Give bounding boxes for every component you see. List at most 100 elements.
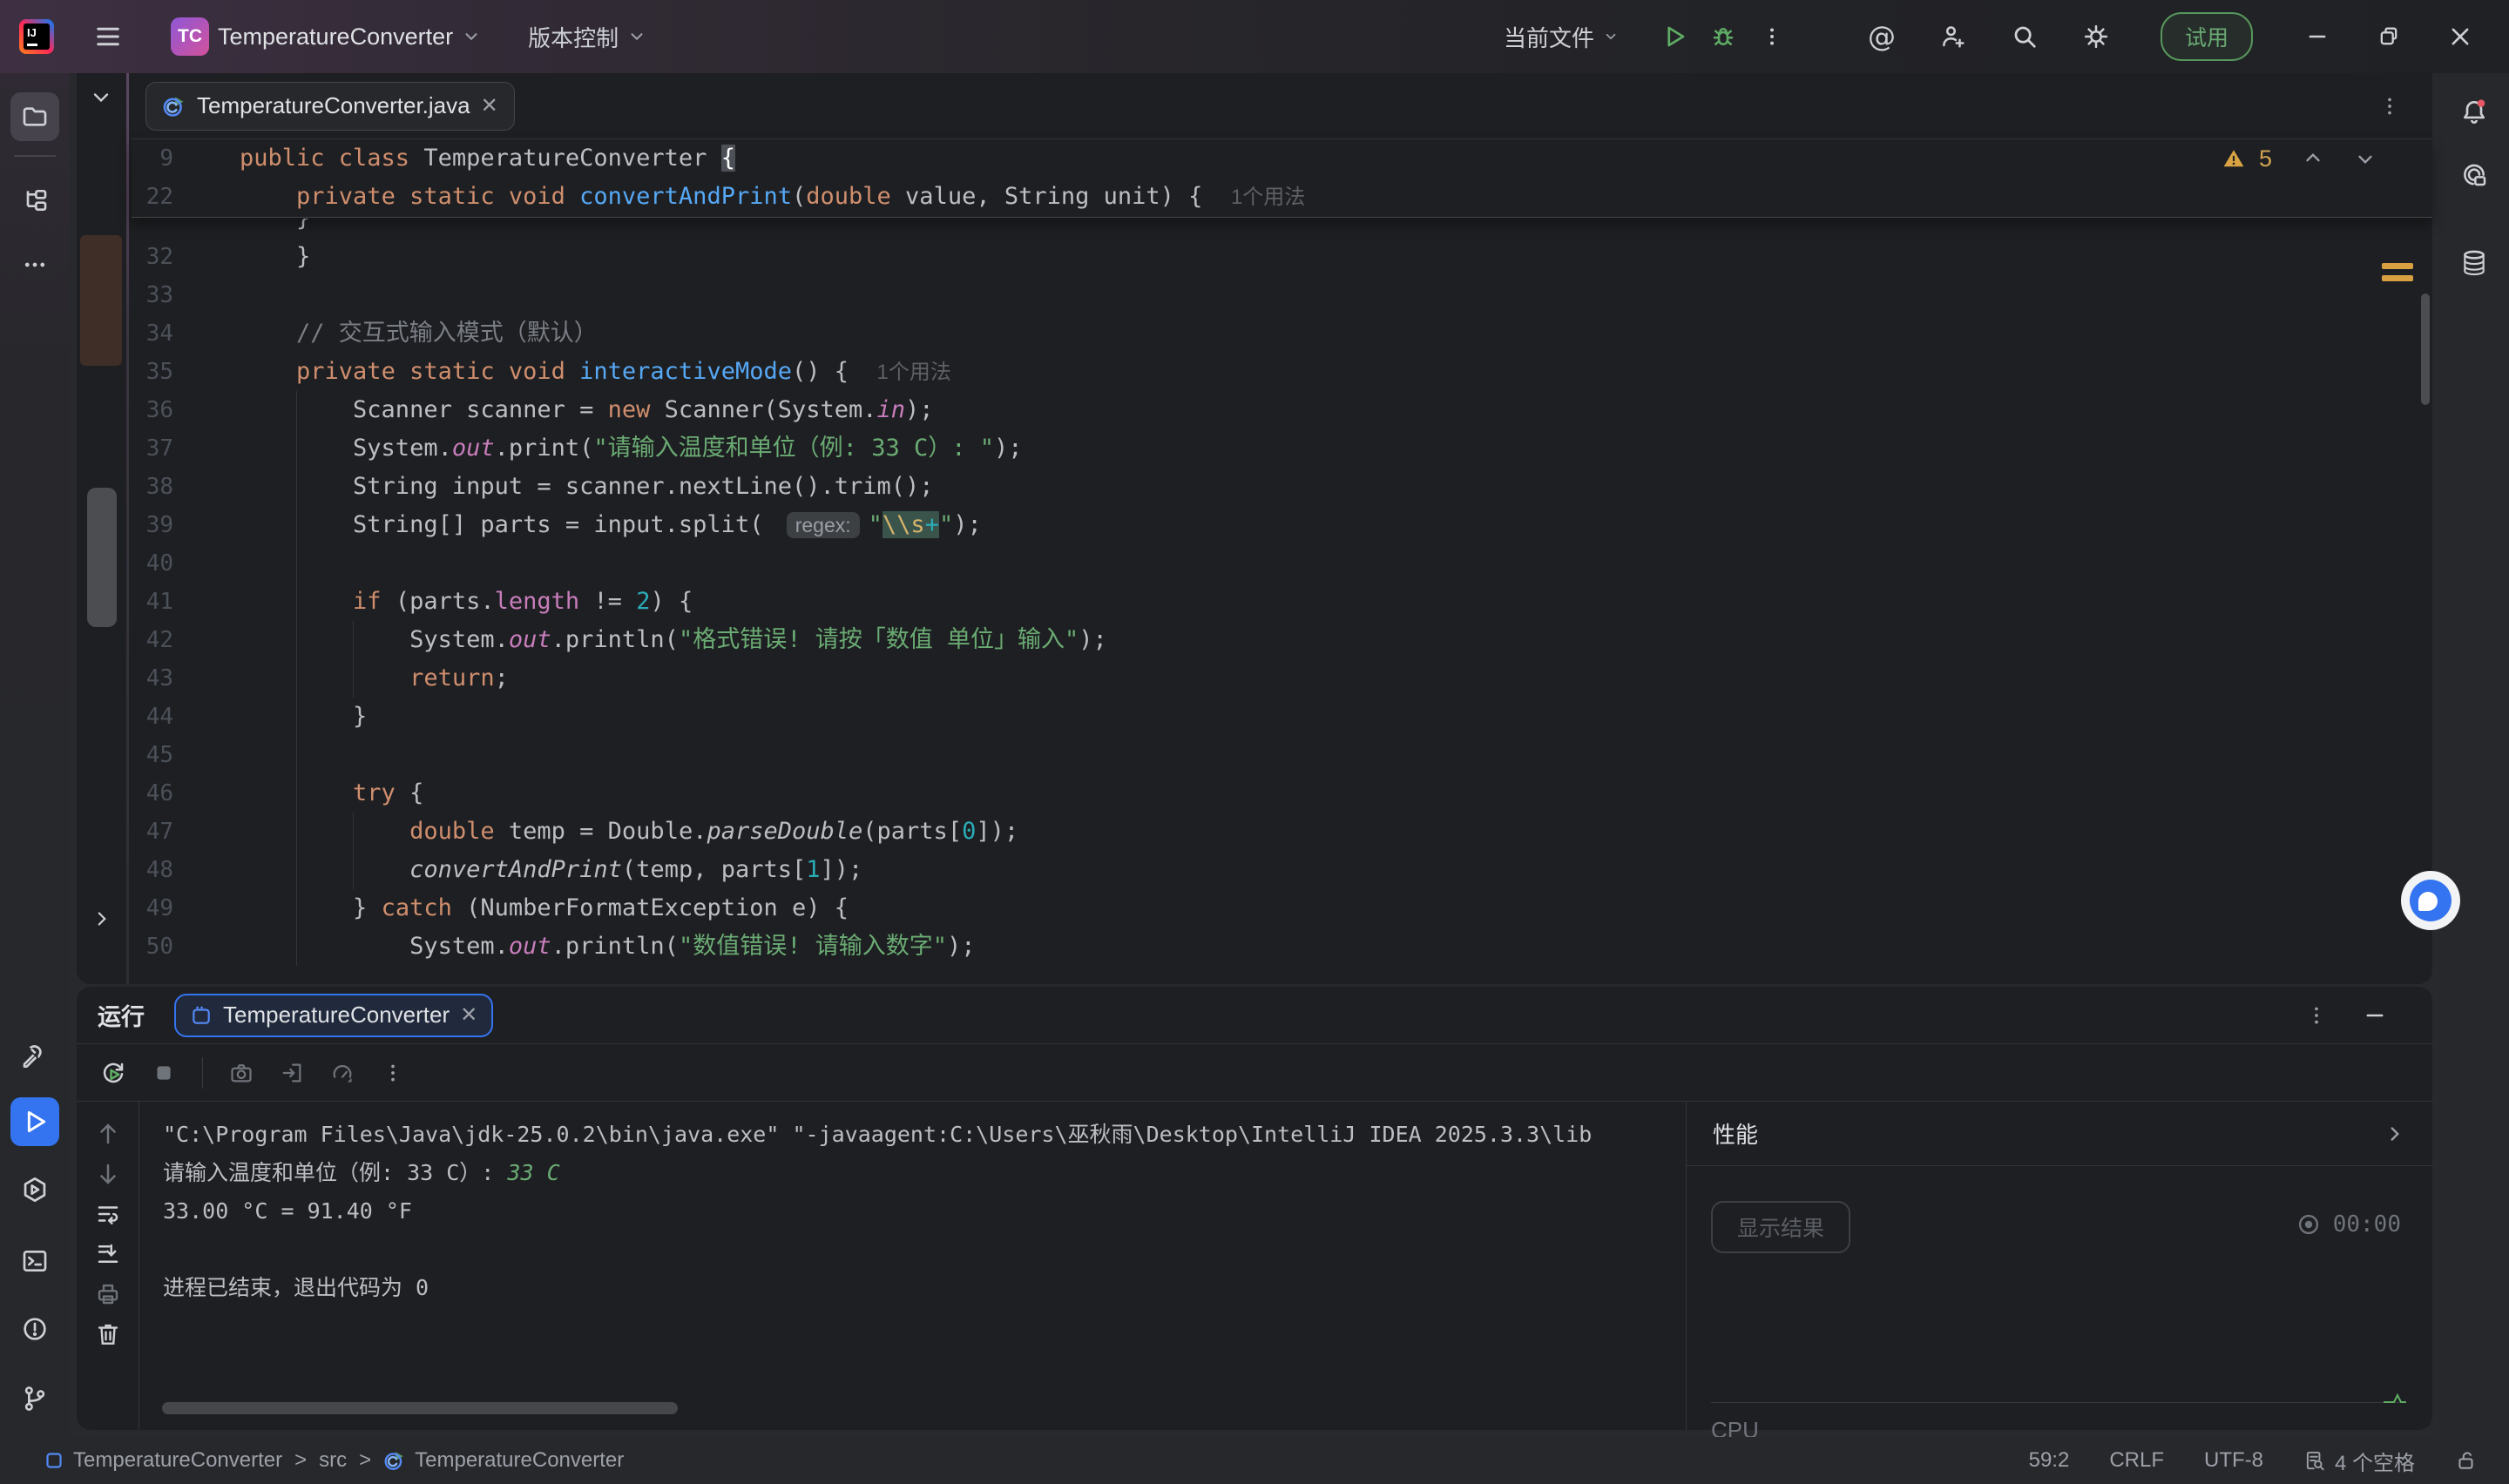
- code-line[interactable]: 36 Scanner scanner = new Scanner(System.…: [132, 391, 2420, 429]
- code-line[interactable]: 43 return;: [132, 659, 2420, 698]
- run-tab[interactable]: TemperatureConverter ✕: [174, 994, 493, 1037]
- snapshot-button[interactable]: [222, 1054, 260, 1092]
- line-number: 32: [132, 244, 173, 270]
- code-line[interactable]: 33: [132, 276, 2420, 314]
- hide-panel-icon[interactable]: [2363, 1003, 2387, 1028]
- problems-tool-button[interactable]: [10, 1305, 59, 1353]
- up-stack-button[interactable]: [95, 1121, 121, 1147]
- code-line[interactable]: 32 }: [132, 238, 2420, 276]
- tab-close-icon[interactable]: ✕: [481, 93, 498, 118]
- ai-chat-button[interactable]: [2450, 152, 2499, 200]
- collapse-chevron-icon[interactable]: [89, 85, 113, 110]
- code-line[interactable]: 47 double temp = Double.parseDouble(part…: [132, 813, 2420, 851]
- down-icon: [95, 1161, 121, 1187]
- services-icon: [21, 1176, 49, 1204]
- ai-assistant-fab[interactable]: [2401, 871, 2460, 930]
- scroll-to-end-button[interactable]: [95, 1241, 121, 1267]
- run-configuration-selector[interactable]: 当前文件: [1495, 14, 1627, 59]
- toolbar-more-button[interactable]: [374, 1054, 412, 1092]
- line-separator[interactable]: CRLF: [2109, 1448, 2164, 1473]
- expand-chevron-icon[interactable]: [91, 907, 113, 930]
- trial-badge[interactable]: 试用: [2161, 12, 2253, 61]
- print-button[interactable]: [95, 1281, 121, 1307]
- breadcrumb-project[interactable]: TemperatureConverter: [44, 1448, 282, 1473]
- run-tool-button[interactable]: [10, 1097, 59, 1146]
- run-config-label: 当前文件: [1504, 21, 1594, 53]
- code-line[interactable]: }: [132, 219, 2420, 238]
- soft-wrap-button[interactable]: [95, 1201, 121, 1227]
- notifications-button[interactable]: [2450, 87, 2499, 136]
- code-line[interactable]: 35 private static void interactiveMode()…: [132, 353, 2420, 391]
- console-hscrollbar-thumb[interactable]: [162, 1402, 678, 1414]
- code-line[interactable]: 41 if (parts.length != 2) {: [132, 583, 2420, 621]
- code-line[interactable]: 38 String input = scanner.nextLine().tri…: [132, 468, 2420, 506]
- code-line[interactable]: 37 System.out.print("请输入温度和单位（例: 33 C）: …: [132, 429, 2420, 468]
- code-line[interactable]: 9public class TemperatureConverter {: [132, 139, 2432, 178]
- project-tool-button[interactable]: [10, 92, 59, 141]
- more-tools-button[interactable]: [10, 240, 59, 289]
- show-results-button[interactable]: 显示结果: [1711, 1201, 1850, 1253]
- code-line[interactable]: 46 try {: [132, 774, 2420, 813]
- stop-button[interactable]: [145, 1054, 183, 1092]
- git-tool-button[interactable]: [10, 1374, 59, 1423]
- debug-button[interactable]: [1699, 14, 1748, 59]
- project-widget[interactable]: TC TemperatureConverter: [162, 14, 490, 59]
- terminal-tool-button[interactable]: [10, 1237, 59, 1285]
- run-panel-header: 运行 TemperatureConverter ✕: [77, 987, 2432, 1044]
- code-text: double temp = Double.parseDouble(parts[0…: [173, 813, 1018, 851]
- search-icon: [2012, 24, 2038, 50]
- idea-logo-icon: IJ: [19, 19, 54, 54]
- code-line[interactable]: 22 private static void convertAndPrint(d…: [132, 178, 2432, 216]
- breadcrumb-src[interactable]: src: [319, 1448, 347, 1473]
- vcs-widget[interactable]: 版本控制: [519, 14, 655, 59]
- main-menu-button[interactable]: [84, 14, 132, 59]
- profiler-button[interactable]: [323, 1054, 362, 1092]
- code-line[interactable]: 42 System.out.println("格式错误! 请按「数值 单位」输入…: [132, 621, 2420, 659]
- editor-scrollbar-thumb[interactable]: [2421, 293, 2430, 405]
- settings-button[interactable]: [2072, 14, 2120, 59]
- expand-chevron-icon[interactable]: [2384, 1123, 2406, 1145]
- file-encoding[interactable]: UTF-8: [2204, 1448, 2263, 1473]
- code-line[interactable]: 50 System.out.println("数值错误! 请输入数字");: [132, 928, 2420, 966]
- code-line[interactable]: 39 String[] parts = input.split( regex:"…: [132, 506, 2420, 544]
- code-line[interactable]: 34 // 交互式输入模式（默认）: [132, 314, 2420, 353]
- ai-assistant-button[interactable]: @: [1857, 14, 1906, 59]
- file-lock-toggle[interactable]: [2455, 1449, 2478, 1472]
- caret-position[interactable]: 59:2: [2029, 1448, 2070, 1473]
- editor-tab[interactable]: TemperatureConverter.java ✕: [145, 82, 515, 131]
- close-button[interactable]: [2436, 14, 2485, 59]
- code-line[interactable]: 48 convertAndPrint(temp, parts[1]);: [132, 851, 2420, 889]
- build-tool-button[interactable]: [10, 1033, 59, 1082]
- code-line[interactable]: 49 } catch (NumberFormatException e) {: [132, 889, 2420, 928]
- inspections-widget[interactable]: 5: [2222, 139, 2377, 178]
- mini-scrollbar-thumb[interactable]: [87, 488, 117, 627]
- restore-button[interactable]: [2364, 14, 2413, 59]
- run-tab-close-icon[interactable]: ✕: [460, 1002, 477, 1028]
- minimize-button[interactable]: [2293, 14, 2342, 59]
- search-everywhere-button[interactable]: [2000, 14, 2049, 59]
- code-line[interactable]: 44 }: [132, 698, 2420, 736]
- minimize-icon: [2305, 24, 2330, 49]
- code-viewport[interactable]: }32 }3334 // 交互式输入模式（默认）35 private stati…: [132, 219, 2420, 984]
- project-module-icon: [44, 1450, 64, 1471]
- tab-options-button[interactable]: [2378, 95, 2401, 118]
- database-button[interactable]: [2450, 239, 2499, 287]
- more-actions-button[interactable]: [1748, 14, 1796, 59]
- services-tool-button[interactable]: [10, 1165, 59, 1214]
- code-line[interactable]: 40: [132, 544, 2420, 583]
- import-profile-button[interactable]: [273, 1054, 311, 1092]
- line-number: 48: [132, 857, 173, 883]
- indent-setting[interactable]: 4 个空格: [2303, 1446, 2415, 1476]
- panel-options-icon[interactable]: [2305, 1004, 2328, 1027]
- structure-tool-button[interactable]: [10, 176, 59, 225]
- down-stack-button[interactable]: [95, 1161, 121, 1187]
- code-line[interactable]: 45: [132, 736, 2420, 774]
- rerun-button[interactable]: [94, 1054, 132, 1092]
- breadcrumb-class[interactable]: TemperatureConverter: [383, 1448, 624, 1473]
- console-output[interactable]: "C:\Program Files\Java\jdk-25.0.2\bin\ja…: [140, 1102, 1686, 1430]
- code-text: System.out.println("格式错误! 请按「数值 单位」输入");: [173, 621, 1107, 659]
- run-icon: [21, 1108, 49, 1136]
- run-button[interactable]: [1650, 14, 1699, 59]
- clear-console-button[interactable]: [95, 1321, 121, 1347]
- code-with-me-button[interactable]: [1929, 14, 1978, 59]
